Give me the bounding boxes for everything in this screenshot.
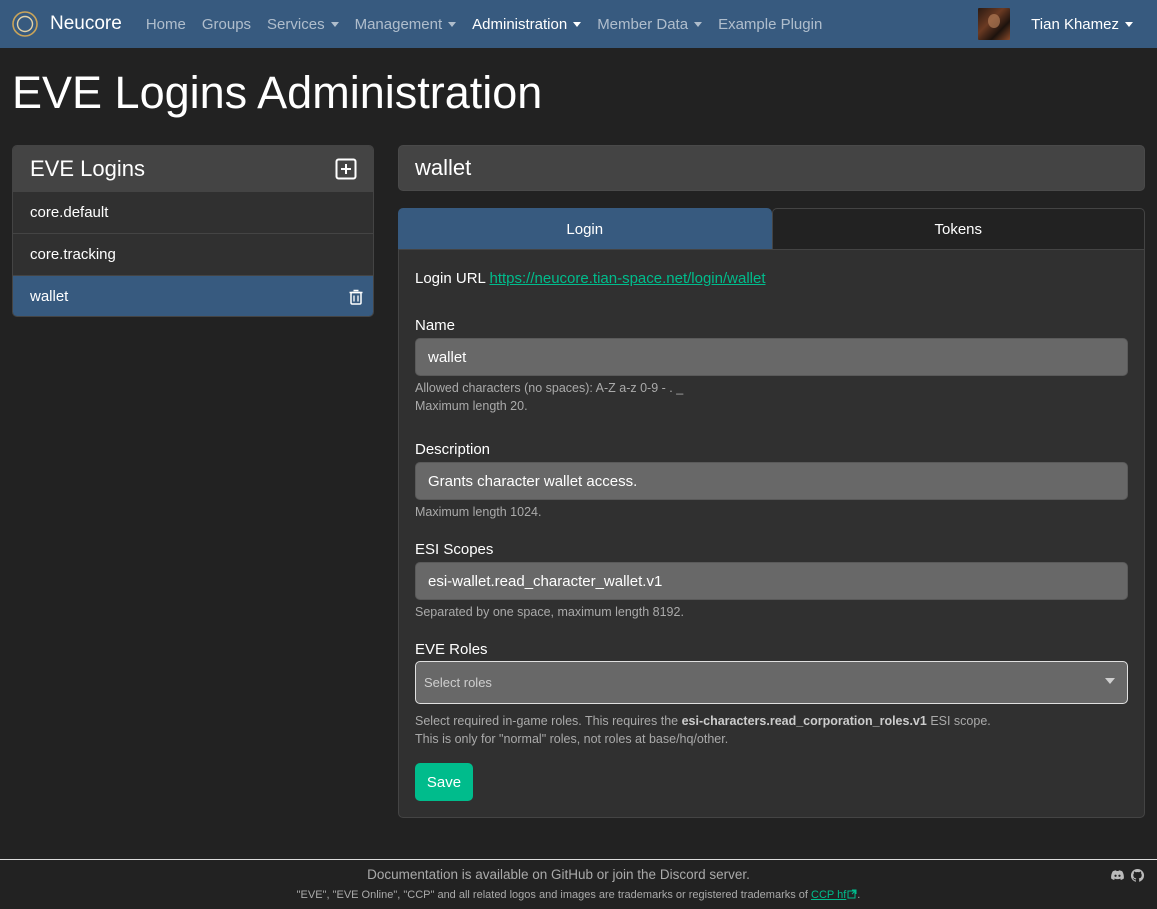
- list-item-label: wallet: [30, 288, 69, 305]
- login-url-label: Login URL: [415, 270, 486, 287]
- description-input[interactable]: Grants character wallet access.: [415, 462, 1128, 500]
- list-item-label: core.default: [30, 204, 109, 221]
- list-item-wallet[interactable]: wallet: [13, 275, 373, 316]
- eve-roles-help-pre: Select required in-game roles. This requ…: [415, 714, 682, 728]
- description-help: Maximum length 1024.: [415, 505, 542, 519]
- nav-management-label: Management: [354, 15, 443, 33]
- name-help-chars: Allowed characters (no spaces): A-Z a-z …: [415, 381, 684, 395]
- name-input[interactable]: wallet: [415, 338, 1128, 376]
- eve-roles-help-post: ESI scope.: [926, 714, 991, 728]
- caret-down-icon: [573, 21, 582, 27]
- nav-home-label: Home: [145, 15, 186, 33]
- neucore-logo-icon: [12, 11, 38, 37]
- login-tab-panel: Login URL https://neucore.tian-space.net…: [398, 249, 1145, 818]
- github-icon[interactable]: [1130, 868, 1145, 883]
- navbar: Neucore Home Groups Services Management …: [0, 0, 1157, 48]
- eve-roles-help-normal: This is only for "normal" roles, not rol…: [415, 732, 729, 746]
- esi-scopes-label: ESI Scopes: [415, 541, 494, 558]
- page-title: EVE Logins Administration: [12, 67, 543, 118]
- caret-down-icon: [1105, 677, 1115, 684]
- nav-groups-label: Groups: [201, 15, 252, 33]
- eve-roles-help-scope-name: esi-characters.read_corporation_roles.v1: [681, 714, 927, 728]
- nav-services-label: Services: [267, 15, 325, 33]
- main-nav: Home Groups Services Management Administ…: [138, 0, 830, 48]
- login-url-row: Login URL https://neucore.tian-space.net…: [415, 270, 766, 287]
- login-url-link[interactable]: https://neucore.tian-space.net/login/wal…: [490, 270, 766, 287]
- caret-down-icon: [330, 21, 339, 27]
- caret-down-icon: [448, 21, 457, 27]
- tab-tokens[interactable]: Tokens: [771, 208, 1145, 250]
- eve-roles-placeholder: Select roles: [424, 675, 492, 690]
- external-link-icon: [847, 889, 857, 899]
- nav-example-plugin[interactable]: Example Plugin: [710, 0, 830, 48]
- user-name: Tian Khamez: [1031, 15, 1119, 33]
- eve-logins-header: EVE Logins: [13, 146, 373, 191]
- nav-groups[interactable]: Groups: [194, 0, 259, 48]
- brand[interactable]: Neucore: [11, 0, 122, 48]
- name-help: Allowed characters (no spaces): A-Z a-z …: [415, 379, 683, 415]
- caret-down-icon: [1125, 21, 1133, 27]
- nav-services[interactable]: Services: [259, 0, 347, 48]
- detail-tabs: Login Tokens: [398, 208, 1145, 250]
- eve-roles-help-scope: Select required in-game roles. This requ…: [415, 712, 991, 730]
- nav-home[interactable]: Home: [138, 0, 194, 48]
- esi-scopes-input[interactable]: esi-wallet.read_character_wallet.v1: [415, 562, 1128, 600]
- name-label: Name: [415, 317, 456, 334]
- list-item-core-tracking[interactable]: core.tracking: [13, 233, 373, 275]
- detail-title: wallet: [415, 155, 472, 180]
- eve-roles-select[interactable]: Select roles: [415, 661, 1128, 704]
- list-item-core-default[interactable]: core.default: [13, 191, 373, 233]
- discord-icon[interactable]: [1110, 868, 1125, 883]
- nav-administration[interactable]: Administration: [464, 0, 589, 48]
- nav-example-plugin-label: Example Plugin: [718, 15, 823, 33]
- footer-icons: [1110, 868, 1145, 883]
- tab-login[interactable]: Login: [398, 208, 772, 250]
- footer-trademark-end: .: [857, 889, 861, 901]
- footer: Documentation is available on GitHub or …: [0, 859, 1157, 909]
- tab-tokens-label: Tokens: [934, 221, 983, 238]
- nav-member-data[interactable]: Member Data: [589, 0, 710, 48]
- eve-roles-help: Select required in-game roles. This requ…: [415, 712, 991, 748]
- eve-logins-card: EVE Logins core.default core.tracking wa…: [12, 145, 374, 317]
- nav-member-data-label: Member Data: [597, 15, 689, 33]
- detail-header: wallet: [398, 145, 1145, 191]
- caret-down-icon: [694, 21, 703, 27]
- name-help-length: Maximum length 20.: [415, 399, 528, 413]
- eve-logins-title: EVE Logins: [30, 155, 145, 181]
- description-label: Description: [415, 441, 491, 458]
- ccp-link[interactable]: CCP hf: [811, 889, 846, 901]
- trash-icon[interactable]: [347, 288, 365, 306]
- footer-docs-text: Documentation is available on GitHub or …: [367, 867, 750, 882]
- footer-trademark-text: "EVE", "EVE Online", "CCP" and all relat…: [296, 889, 812, 901]
- footer-trademark: "EVE", "EVE Online", "CCP" and all relat…: [0, 889, 1157, 901]
- avatar: [978, 8, 1011, 40]
- eve-roles-label: EVE Roles: [415, 641, 488, 658]
- list-item-label: core.tracking: [30, 246, 116, 263]
- brand-name: Neucore: [50, 13, 122, 34]
- plus-square-icon[interactable]: [335, 158, 357, 180]
- esi-scopes-help: Separated by one space, maximum length 8…: [415, 605, 684, 619]
- tab-login-label: Login: [566, 221, 604, 238]
- nav-administration-label: Administration: [472, 15, 568, 33]
- nav-management[interactable]: Management: [347, 0, 465, 48]
- user-menu-toggle[interactable]: Tian Khamez: [1031, 16, 1133, 33]
- user-menu[interactable]: Tian Khamez: [978, 0, 1133, 48]
- save-button[interactable]: Save: [415, 763, 473, 801]
